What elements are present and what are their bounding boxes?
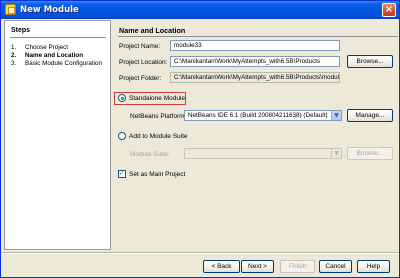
section-divider [118,36,398,37]
add-to-suite-label[interactable]: Add to Module Suite [129,133,188,140]
project-name-label: Project Name: [119,43,161,50]
close-button[interactable]: × [382,3,396,17]
steps-divider [10,37,106,38]
platform-value: NetBeans IDE 6.1 (Build 200804211638) (D… [188,112,328,119]
standalone-module-label[interactable]: Standalone Module [129,95,185,102]
set-main-project-checkbox[interactable] [118,169,126,178]
title-bar[interactable]: New Module × [1,1,399,19]
project-name-input[interactable]: module33 [170,40,340,51]
step-item: 3. Basic Module Configuration [11,60,102,68]
step-number: 2. [11,52,17,59]
browse-suite-button: Browse... [347,147,393,160]
step-item: 1. Choose Project [11,44,102,52]
steps-panel: Steps 1. Choose Project 2. Name and Locati… [4,20,111,250]
project-folder-label: Project Folder: [119,75,162,82]
step-number: 1. [11,44,17,51]
set-main-project-label[interactable]: Set as Main Project [129,171,185,178]
step-number: 3. [11,60,17,67]
cancel-button[interactable]: Cancel [319,260,352,273]
manage-platforms-button[interactable]: Manage... [347,109,393,122]
add-to-suite-radio[interactable] [118,132,126,140]
step-item-current: 2. Name and Location [11,52,102,60]
module-suite-select: ▼ [184,148,342,159]
new-module-dialog: New Module × Steps 1. Choose Project 2. Na… [0,0,400,278]
platform-label: NetBeans Platform: [130,113,187,120]
window-title: New Module [20,5,79,15]
name-location-panel: Name and Location Project Name: module33… [114,20,398,250]
step-label: Basic Module Configuration [25,60,103,67]
step-label: Choose Project [25,44,69,51]
chevron-down-icon: ▼ [331,149,341,158]
platform-select[interactable]: NetBeans IDE 6.1 (Build 200804211638) (D… [184,110,342,121]
project-folder-field: C:\Manikantan\Work\MyAttempts_with6.5B\P… [170,72,340,83]
finish-button: Finish [280,260,315,273]
footer-divider-highlight [1,253,399,254]
project-location-label: Project Location: [119,59,168,66]
section-title: Name and Location [119,26,186,35]
help-button[interactable]: Help [357,260,390,273]
steps-title: Steps [11,27,31,34]
back-button[interactable]: < Back [203,260,240,273]
next-button[interactable]: Next > [241,260,274,273]
step-label: Name and Location [25,52,84,59]
project-location-input[interactable]: C:\Manikantan\Work\MyAttempts_with6.5B\P… [170,56,340,67]
steps-list: 1. Choose Project 2. Name and Location 3. B… [11,44,102,68]
chevron-down-icon[interactable]: ▼ [331,111,341,120]
module-suite-label: Module Suite: [130,151,170,158]
standalone-module-radio[interactable] [118,94,126,102]
browse-location-button[interactable]: Browse... [347,55,393,68]
window-icon [5,4,16,15]
